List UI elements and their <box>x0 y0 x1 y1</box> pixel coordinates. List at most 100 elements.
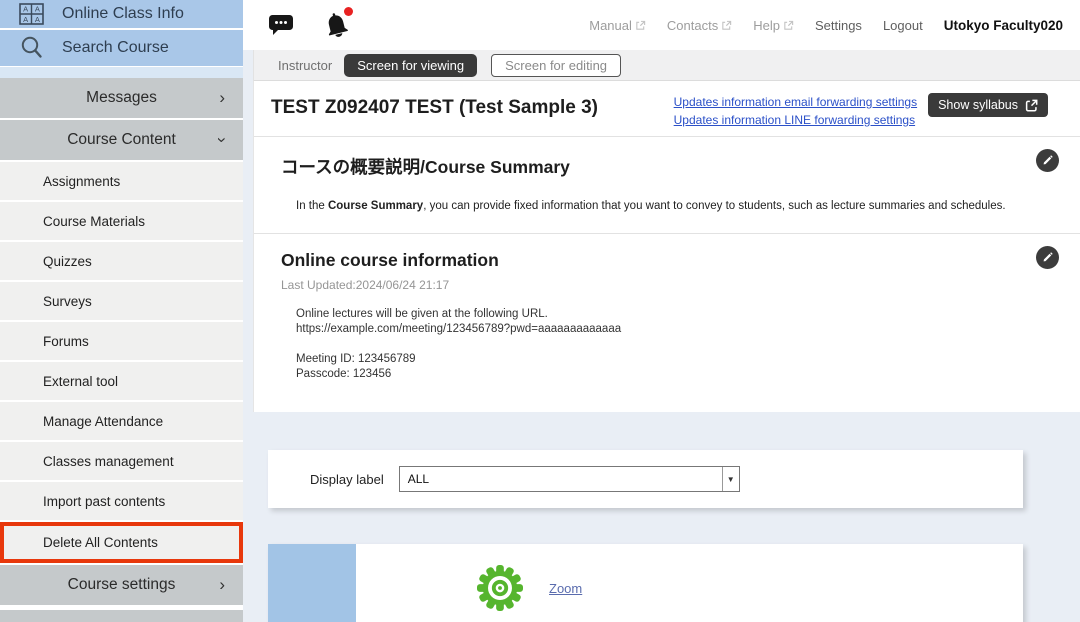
online-info-line: Online lectures will be given at the fol… <box>296 307 1020 322</box>
email-forwarding-settings-link[interactable]: Updates information email forwarding set… <box>674 95 917 109</box>
page-title: TEST Z092407 TEST (Test Sample 3) <box>271 93 674 119</box>
sidebar-item-label: Assignments <box>43 174 120 189</box>
nav-label: Manual <box>589 18 632 33</box>
nav-link-help[interactable]: Help <box>753 18 794 33</box>
search-icon <box>19 35 46 61</box>
course-panel: TEST Z092407 TEST (Test Sample 3) Update… <box>253 80 1080 412</box>
main-area: Manual Contacts Help Settings Logout Uto… <box>243 0 1080 622</box>
sidebar-item-label: Delete All Contents <box>43 535 158 550</box>
meeting-url: https://example.com/meeting/123456789?pw… <box>296 322 1020 337</box>
sidebar-item-label: Manage Attendance <box>43 414 163 429</box>
notification-dot <box>344 7 353 16</box>
screen-for-editing-button[interactable]: Screen for editing <box>491 54 621 77</box>
course-summary-description: In the Course Summary, you can provide f… <box>296 200 1020 212</box>
tool-row: Zoom <box>356 544 582 622</box>
sidebar-group-label: Course settings <box>68 576 176 594</box>
top-bar: Manual Contacts Help Settings Logout Uto… <box>243 0 1080 50</box>
external-tool-card: Zoom <box>268 544 1023 622</box>
edit-online-info-button[interactable] <box>1036 246 1059 269</box>
sidebar-item-external-tool[interactable]: External tool <box>0 362 243 402</box>
desc-bold: Course Summary <box>328 200 423 212</box>
gear-icon <box>477 565 523 611</box>
external-link-icon <box>721 20 732 31</box>
nav-label: Help <box>753 18 780 33</box>
sidebar-group-messages[interactable]: Messages › <box>0 78 243 118</box>
nav-link-logout[interactable]: Logout <box>883 18 923 33</box>
svg-text:A: A <box>35 15 40 24</box>
sidebar-item-label: Search Course <box>62 39 169 57</box>
desc-text: In the <box>296 200 328 212</box>
contents-list-area: Display label ALL ▼ <box>243 412 1080 622</box>
edit-summary-button[interactable] <box>1036 149 1059 172</box>
external-link-icon <box>635 20 646 31</box>
online-info-heading: Online course information <box>281 250 1020 271</box>
last-updated: Last Updated:2024/06/24 21:17 <box>281 278 1020 292</box>
sidebar-group-course-content[interactable]: Course Content › <box>0 120 243 160</box>
view-mode-toolbar: Instructor Screen for viewing Screen for… <box>253 50 1080 80</box>
passcode: Passcode: 123456 <box>296 367 1020 382</box>
zoom-tool-link[interactable]: Zoom <box>549 581 582 596</box>
pencil-icon <box>1041 154 1054 167</box>
line-forwarding-settings-link[interactable]: Updates information LINE forwarding sett… <box>674 113 917 127</box>
sidebar-item-import-past-contents[interactable]: Import past contents <box>0 482 243 522</box>
sidebar-group-course-settings[interactable]: Course settings › <box>0 565 243 605</box>
external-link-icon <box>1025 99 1038 112</box>
display-label-text: Display label <box>310 472 384 487</box>
show-syllabus-label: Show syllabus <box>938 98 1018 112</box>
desc-text: , you can provide fixed information that… <box>423 200 1005 212</box>
role-label: Instructor <box>278 58 332 73</box>
sidebar-item-delete-all-contents[interactable]: Delete All Contents <box>0 522 243 563</box>
sidebar-item-label: Surveys <box>43 294 92 309</box>
sidebar-divider-strip <box>0 67 243 78</box>
sidebar-item-course-materials[interactable]: Course Materials <box>0 202 243 242</box>
display-label-card: Display label ALL ▼ <box>268 450 1023 508</box>
class-grid-icon: A A A A <box>19 3 46 25</box>
display-label-select[interactable]: ALL ▼ <box>399 466 740 492</box>
screen-for-viewing-button[interactable]: Screen for viewing <box>344 54 477 77</box>
online-info-body: Online lectures will be given at the fol… <box>296 307 1020 382</box>
notification-bell-icon[interactable] <box>322 10 351 40</box>
sidebar-item-label: Classes management <box>43 454 174 469</box>
sidebar-item-assignments[interactable]: Assignments <box>0 162 243 202</box>
sidebar-item-surveys[interactable]: Surveys <box>0 282 243 322</box>
nav-label: Logout <box>883 18 923 33</box>
course-summary-heading: コースの概要説明/Course Summary <box>281 154 1020 179</box>
course-title-row: TEST Z092407 TEST (Test Sample 3) Update… <box>254 81 1080 136</box>
sidebar-item-quizzes[interactable]: Quizzes <box>0 242 243 282</box>
user-name: Utokyo Faculty020 <box>944 18 1063 33</box>
nav-link-settings[interactable]: Settings <box>815 18 862 33</box>
sidebar: A A A A Online Class Info Search Course … <box>0 0 243 622</box>
sidebar-next-item-clipped <box>0 610 243 622</box>
svg-text:A: A <box>23 15 28 24</box>
pencil-icon <box>1041 251 1054 264</box>
sidebar-item-label: Forums <box>43 334 89 349</box>
sidebar-item-online-class-info[interactable]: A A A A Online Class Info <box>0 0 243 28</box>
external-link-icon <box>783 20 794 31</box>
sidebar-item-label: Import past contents <box>43 494 165 509</box>
sidebar-item-label: Course Materials <box>43 214 145 229</box>
sidebar-item-label: Online Class Info <box>62 5 184 23</box>
show-syllabus-button[interactable]: Show syllabus <box>928 93 1048 117</box>
sidebar-item-classes-management[interactable]: Classes management <box>0 442 243 482</box>
tool-thumbnail <box>268 544 356 622</box>
svg-text:A: A <box>23 5 28 14</box>
sidebar-item-forums[interactable]: Forums <box>0 322 243 362</box>
nav-link-manual[interactable]: Manual <box>589 18 646 33</box>
top-nav: Manual Contacts Help Settings Logout Uto… <box>589 18 1063 33</box>
display-label-value: ALL <box>400 467 722 491</box>
select-dropdown-arrow-icon[interactable]: ▼ <box>722 467 739 491</box>
sidebar-group-label: Course Content <box>67 131 176 149</box>
nav-link-contacts[interactable]: Contacts <box>667 18 732 33</box>
svg-text:A: A <box>35 5 40 14</box>
nav-label: Contacts <box>667 18 718 33</box>
course-summary-section: コースの概要説明/Course Summary In the Course Su… <box>254 136 1080 233</box>
sidebar-item-label: Quizzes <box>43 254 92 269</box>
messages-chat-icon[interactable] <box>268 14 294 36</box>
updates-links: Updates information email forwarding set… <box>674 93 917 127</box>
sidebar-item-label: External tool <box>43 374 118 389</box>
online-course-info-section: Online course information Last Updated:2… <box>254 233 1080 412</box>
meeting-id: Meeting ID: 123456789 <box>296 352 1020 367</box>
sidebar-item-search-course[interactable]: Search Course <box>0 30 243 66</box>
sidebar-group-label: Messages <box>86 89 157 107</box>
sidebar-item-manage-attendance[interactable]: Manage Attendance <box>0 402 243 442</box>
